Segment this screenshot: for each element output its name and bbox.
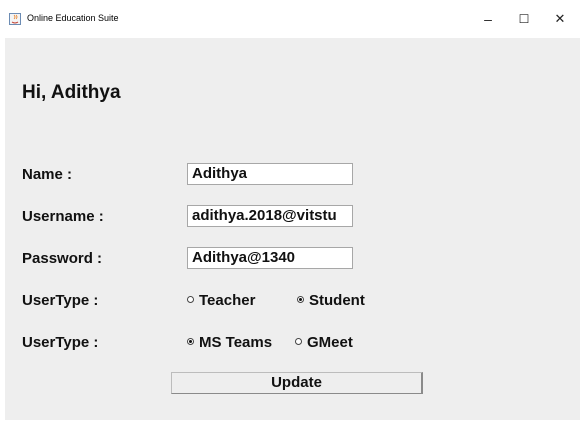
gmeet-radio-label: GMeet [307,334,353,351]
student-radio[interactable]: Student [297,292,365,309]
greeting-heading: Hi, Adithya [22,82,121,103]
username-label: Username : [22,208,104,225]
ms-teams-radio[interactable]: MS Teams [187,334,272,351]
username-field[interactable]: adithya.2018@vitstu [187,205,353,227]
radio-unselected-icon [295,337,302,345]
password-field[interactable]: Adithya@1340 [187,247,353,269]
student-radio-label: Student [309,292,365,309]
name-field[interactable]: Adithya [187,163,353,185]
title-bar: Online Education Suite – ☐ ✕ [0,0,587,38]
platform-label: UserType : [22,334,99,351]
teacher-radio[interactable]: Teacher [187,292,255,309]
usertype-label: UserType : [22,292,99,309]
close-button[interactable]: ✕ [542,0,578,38]
ms-teams-radio-label: MS Teams [199,334,273,351]
maximize-button[interactable]: ☐ [506,0,542,38]
radio-unselected-icon [187,295,194,303]
gmeet-radio[interactable]: GMeet [295,334,353,351]
radio-selected-icon [187,337,194,345]
radio-selected-icon [297,295,304,303]
name-label: Name : [22,166,73,183]
update-button[interactable]: Update [171,372,423,394]
window-title: Online Education Suite [27,13,119,23]
minimize-button[interactable]: – [470,0,506,38]
java-app-icon [9,13,21,25]
app-window: Online Education Suite – ☐ ✕ Hi, Adithya… [0,0,587,430]
teacher-radio-label: Teacher [199,292,256,309]
password-label: Password : [22,250,103,267]
form-panel: Hi, Adithya Name : Adithya Username : ad… [5,38,580,420]
